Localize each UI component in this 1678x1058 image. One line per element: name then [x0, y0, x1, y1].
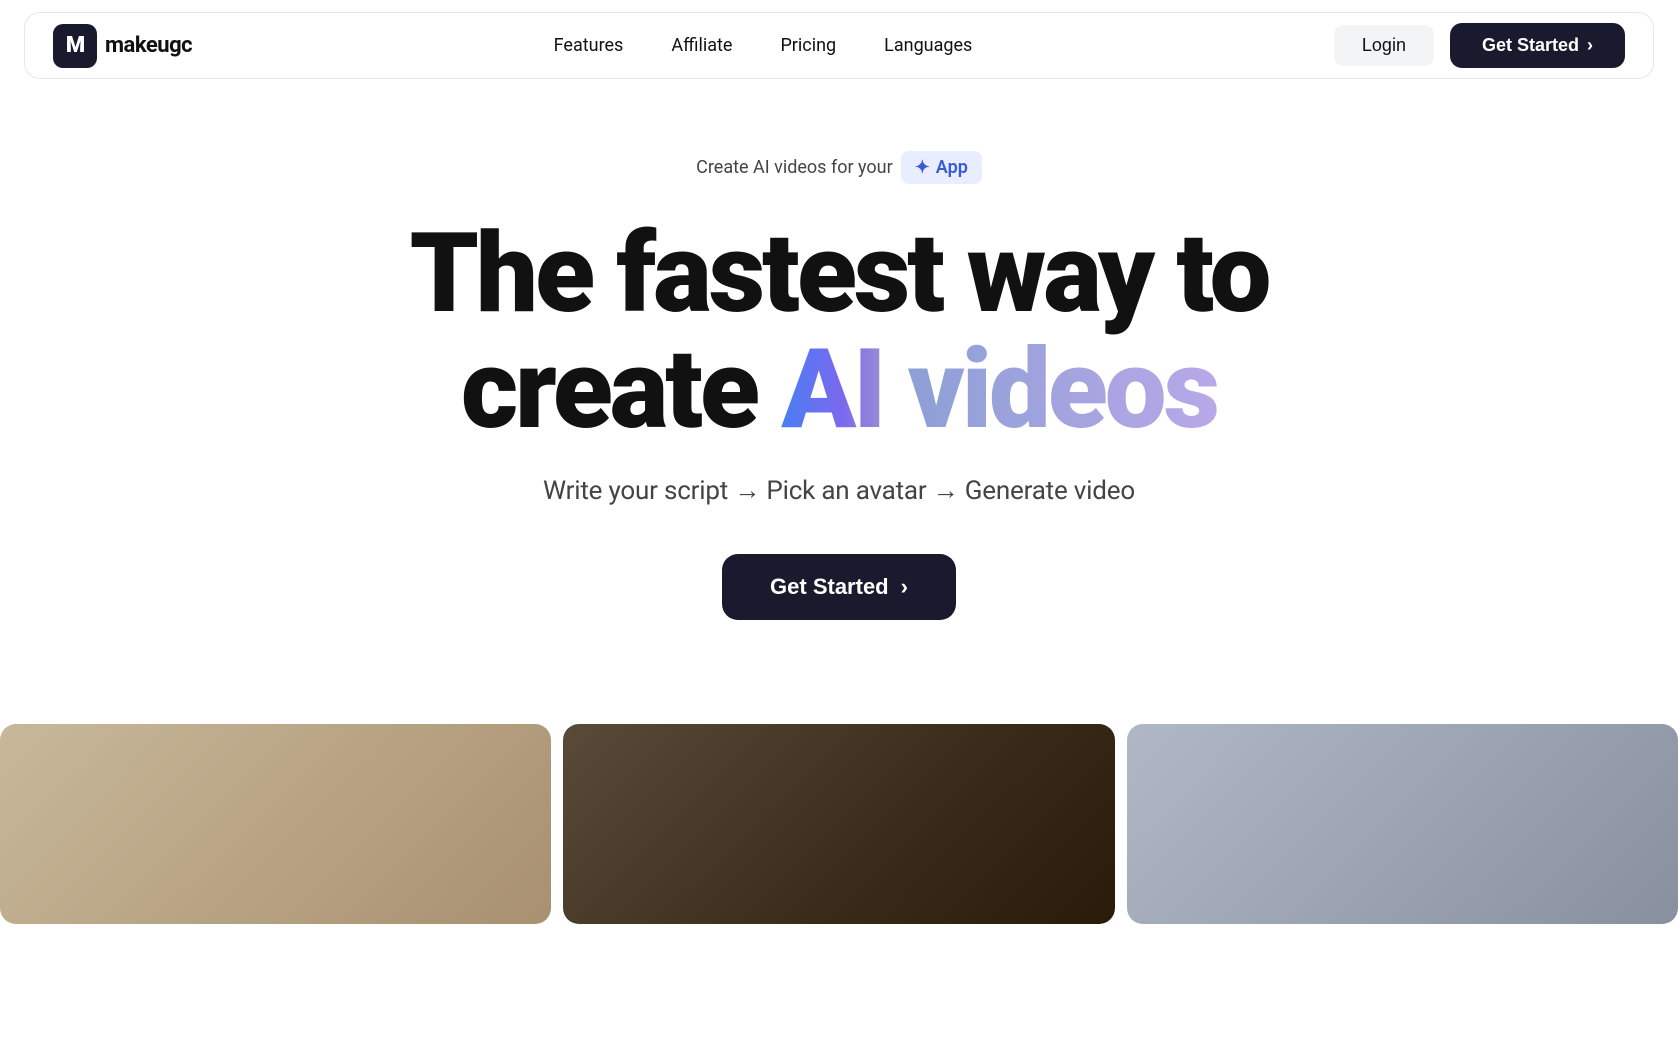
hero-section: Create AI videos for your ✦ App The fast…: [0, 91, 1678, 724]
hero-title-line1: The fastest way to: [410, 209, 1269, 338]
video-card-1: [0, 724, 551, 924]
hero-title-videos: videos: [884, 325, 1218, 454]
nav-get-started-button[interactable]: Get Started ›: [1450, 23, 1625, 68]
app-badge: ✦ App: [901, 151, 982, 184]
nav-actions: Login Get Started ›: [1334, 23, 1625, 68]
hero-title-create: create: [461, 325, 781, 454]
hero-get-started-button[interactable]: Get Started ›: [722, 554, 956, 620]
hero-tag: Create AI videos for your ✦ App: [696, 151, 982, 184]
nav-get-started-label: Get Started: [1482, 35, 1579, 56]
nav-chevron-icon: ›: [1587, 35, 1593, 56]
hero-title: The fastest way to create AI videos: [410, 216, 1269, 447]
video-strip: [0, 724, 1678, 924]
logo-icon: M: [53, 24, 97, 68]
hero-cta-label: Get Started: [770, 574, 889, 600]
login-button[interactable]: Login: [1334, 25, 1434, 66]
nav-link-affiliate[interactable]: Affiliate: [671, 35, 732, 56]
nav-link-pricing[interactable]: Pricing: [780, 35, 836, 56]
app-badge-label: App: [936, 157, 968, 178]
logo-text: makeugc: [105, 33, 192, 58]
video-card-2: [563, 724, 1114, 924]
nav-links: Features Affiliate Pricing Languages: [554, 35, 973, 56]
nav-link-languages[interactable]: Languages: [884, 35, 972, 56]
navbar: M makeugc Features Affiliate Pricing Lan…: [24, 12, 1654, 79]
nav-link-features[interactable]: Features: [554, 35, 624, 56]
hero-cta-chevron-icon: ›: [901, 574, 908, 600]
sparkle-icon: ✦: [915, 157, 930, 178]
hero-title-line2: create AI videos: [410, 332, 1269, 448]
hero-tag-prefix: Create AI videos for your: [696, 157, 893, 178]
video-card-3: [1127, 724, 1678, 924]
nav-logo-group: M makeugc: [53, 24, 192, 68]
hero-title-ai: AI: [781, 325, 883, 454]
navbar-wrapper: M makeugc Features Affiliate Pricing Lan…: [0, 0, 1678, 91]
hero-subtitle: Write your script → Pick an avatar → Gen…: [543, 475, 1135, 506]
